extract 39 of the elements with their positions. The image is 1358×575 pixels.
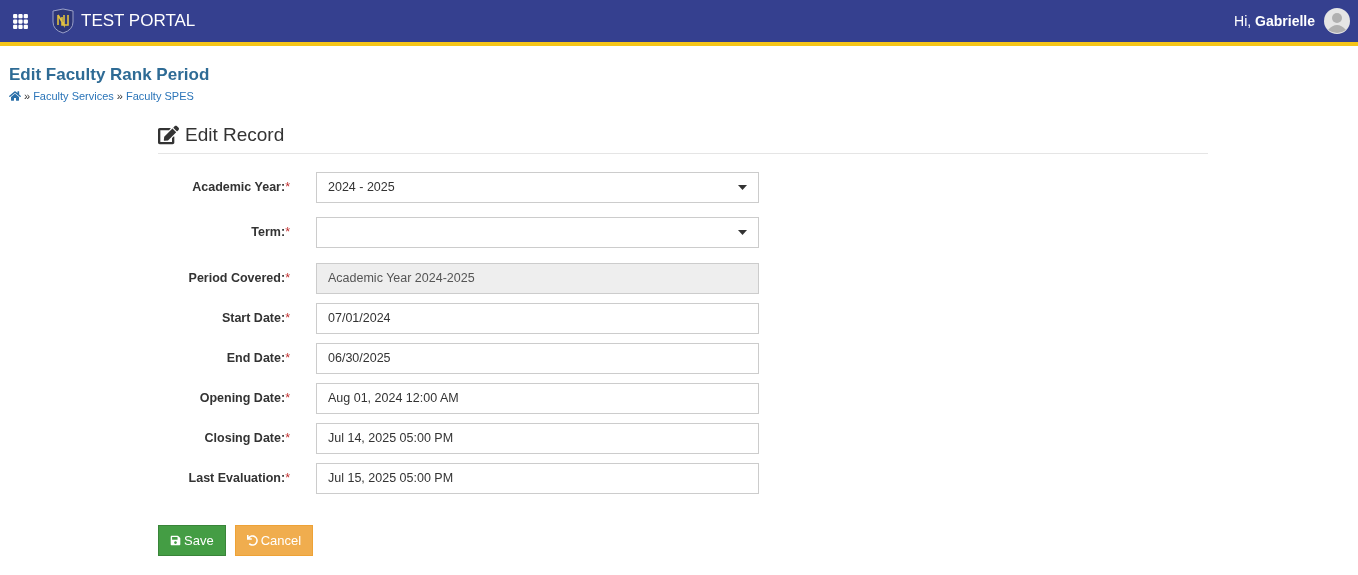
required-marker: * (285, 271, 290, 286)
field-label: Last Evaluation: (188, 471, 286, 486)
text-field[interactable]: Aug 01, 2024 12:00 AM (316, 383, 759, 414)
field-label: Academic Year: (192, 180, 286, 195)
breadcrumb-separator: » (116, 89, 123, 104)
required-marker: * (285, 391, 290, 406)
text-field[interactable]: Jul 15, 2025 05:00 PM (316, 463, 759, 494)
breadcrumb-separator: » (24, 89, 31, 104)
shield-logo-icon (51, 8, 75, 34)
select-field[interactable] (316, 217, 759, 248)
required-marker: * (285, 311, 290, 326)
page-title: Edit Faculty Rank Period (9, 65, 211, 85)
undo-arrow-icon (246, 535, 258, 546)
avatar-icon[interactable] (1324, 8, 1350, 34)
user-greeting: Hi, Gabrielle (1234, 11, 1315, 31)
required-marker: * (285, 180, 290, 195)
form-title: Edit Record (185, 122, 285, 147)
breadcrumb-link[interactable]: Faculty SPES (125, 88, 194, 105)
portal-title: TEST PORTAL (81, 10, 196, 33)
required-marker: * (285, 225, 290, 240)
field-label: Term: (251, 225, 286, 240)
field-label: End Date: (226, 351, 286, 366)
field-label: Closing Date: (204, 431, 286, 446)
text-field[interactable]: Jul 14, 2025 05:00 PM (316, 423, 759, 454)
required-marker: * (285, 351, 290, 366)
field-label: Opening Date: (199, 391, 286, 406)
home-icon[interactable] (9, 90, 21, 103)
select-field[interactable]: 2024 - 2025 (316, 172, 759, 203)
field-label: Start Date: (221, 311, 286, 326)
field-label: Period Covered: (188, 271, 286, 286)
dropdown-caret-icon (738, 230, 747, 235)
dropdown-caret-icon (738, 185, 747, 190)
breadcrumb-link[interactable]: Faculty Services (33, 88, 114, 105)
text-field[interactable]: 06/30/2025 (316, 343, 759, 374)
apps-grid-icon[interactable] (12, 12, 29, 30)
text-field[interactable]: 07/01/2024 (316, 303, 759, 334)
required-marker: * (285, 471, 290, 486)
edit-icon (158, 124, 179, 145)
required-marker: * (285, 431, 290, 446)
